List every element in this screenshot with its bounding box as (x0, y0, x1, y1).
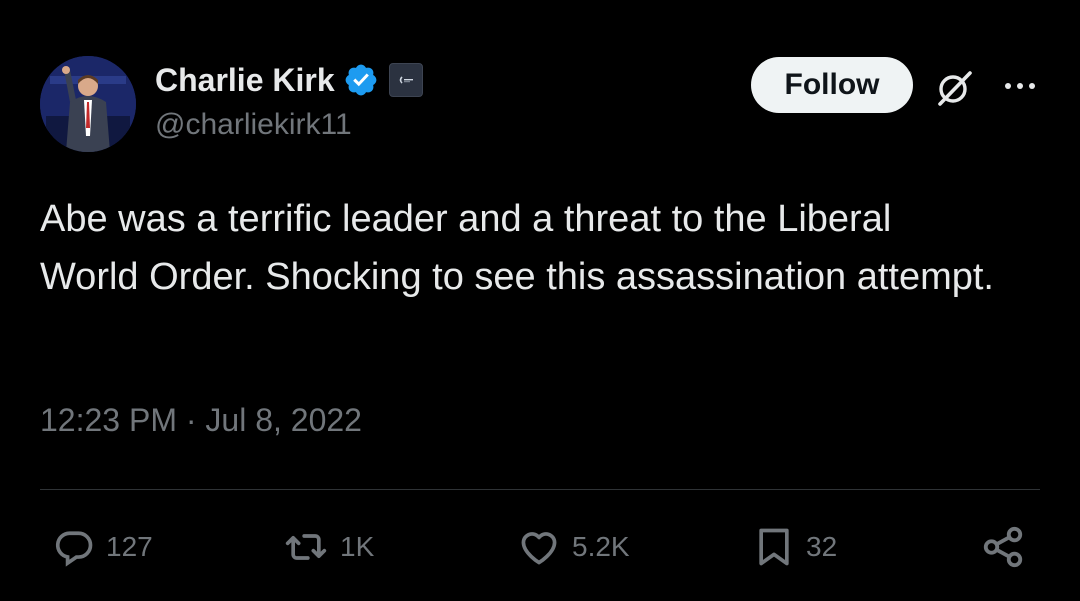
like-count: 5.2K (572, 531, 630, 562)
share-button[interactable] (980, 522, 1026, 572)
author-name-row: Charlie Kirk (155, 58, 423, 102)
author-display-name[interactable]: Charlie Kirk (155, 62, 335, 99)
reply-count: 127 (106, 531, 153, 562)
reply-button[interactable]: 127 (52, 522, 153, 572)
retweet-count: 1K (340, 531, 375, 562)
tweet-timestamp[interactable]: 12:23 PM · Jul 8, 2022 (40, 402, 362, 439)
reply-icon (52, 525, 96, 569)
bookmark-button[interactable]: 32 (752, 522, 837, 572)
avatar-image (40, 56, 136, 152)
divider (40, 489, 1040, 490)
share-icon (980, 524, 1026, 570)
like-button[interactable]: 5.2K (516, 522, 630, 572)
follow-button[interactable]: Follow (751, 57, 913, 113)
bookmark-icon (752, 525, 796, 569)
tweet-card: Charlie Kirk @charliekirk11 Follow Abe w… (0, 0, 1080, 601)
avatar[interactable] (40, 56, 136, 152)
bookmark-count: 32 (806, 531, 838, 562)
tweet-text: Abe was a terrific leader and a threat t… (40, 198, 994, 298)
retweet-button[interactable]: 1K (282, 522, 374, 572)
verified-badge-icon (343, 62, 379, 98)
retweet-icon (282, 525, 330, 569)
grok-icon[interactable] (934, 68, 974, 108)
author-handle[interactable]: @charliekirk11 (155, 108, 352, 142)
heart-icon (516, 525, 562, 569)
more-dots-icon[interactable] (1000, 70, 1040, 102)
affiliate-badge-icon[interactable] (388, 63, 423, 97)
